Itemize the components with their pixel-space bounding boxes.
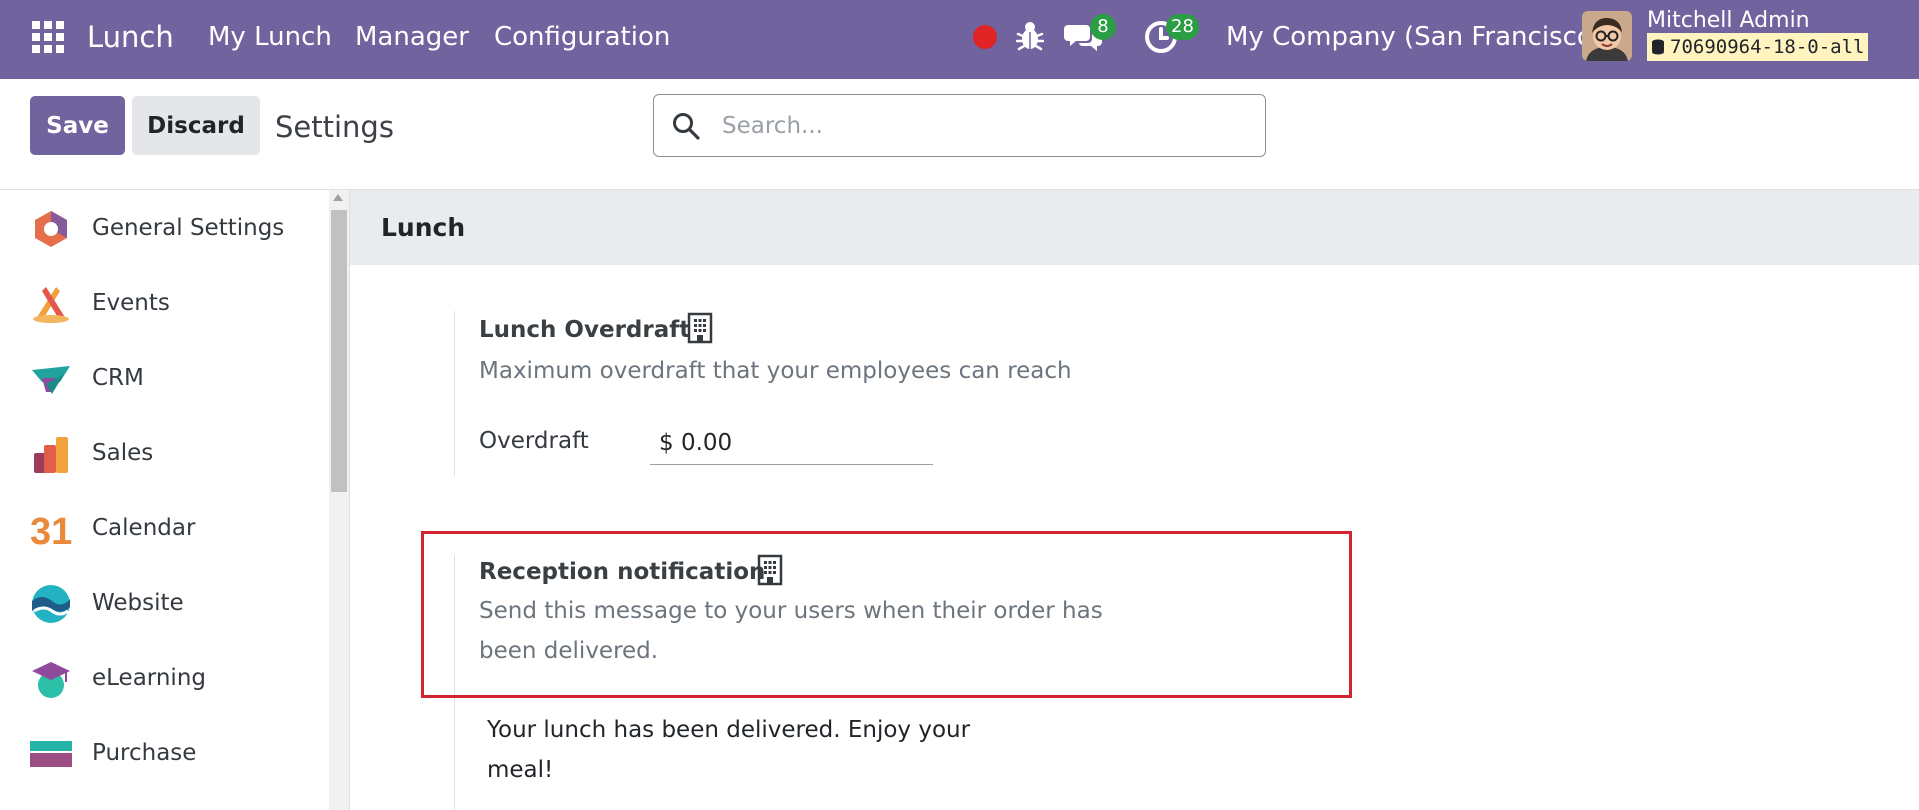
apps-grid-icon[interactable] xyxy=(32,21,64,53)
website-icon xyxy=(32,585,70,623)
sidebar-scrollbar-thumb[interactable] xyxy=(331,210,347,492)
sidebar-item-sales[interactable]: Sales xyxy=(0,423,328,483)
avatar-image xyxy=(1582,11,1632,61)
sales-icon xyxy=(34,437,68,473)
control-panel: Save Discard Settings xyxy=(0,79,1919,190)
sidebar-item-label: Calendar xyxy=(92,515,196,541)
search-input[interactable] xyxy=(720,105,1244,147)
sidebar-item-calendar[interactable]: 31 Calendar xyxy=(0,498,328,558)
settings-sidebar: General Settings Events CRM Sales 31 Cal… xyxy=(0,190,350,810)
events-icon xyxy=(33,287,69,323)
sidebar-item-label: eLearning xyxy=(92,665,207,691)
setting-divider xyxy=(454,311,455,476)
menu-my-lunch[interactable]: My Lunch xyxy=(208,19,332,55)
menu-configuration[interactable]: Configuration xyxy=(494,19,670,55)
sidebar-item-label: CRM xyxy=(92,365,144,391)
sidebar-item-label: Purchase xyxy=(92,740,197,766)
sidebar-item-website[interactable]: Website xyxy=(0,573,328,633)
user-avatar[interactable] xyxy=(1582,11,1632,61)
purchase-icon xyxy=(30,741,72,767)
crm-icon xyxy=(32,366,70,394)
elearning-icon xyxy=(32,662,70,698)
section-header: Lunch xyxy=(350,190,1919,265)
sidebar-item-events[interactable]: Events xyxy=(0,273,328,333)
highlight-annotation-box xyxy=(421,531,1352,698)
overdraft-amount-field[interactable]: $ 0.00 xyxy=(650,425,933,465)
sidebar-item-label: General Settings xyxy=(92,215,285,241)
svg-text:31: 31 xyxy=(30,511,72,550)
sidebar-item-general-settings[interactable]: General Settings xyxy=(0,198,328,258)
database-name: 70690964-18-0-all xyxy=(1670,36,1865,58)
user-name[interactable]: Mitchell Admin xyxy=(1647,7,1810,35)
overdraft-field-label: Overdraft xyxy=(479,428,589,454)
recording-indicator[interactable] xyxy=(973,25,997,49)
debug-bug-icon[interactable] xyxy=(1016,20,1044,52)
search-box[interactable] xyxy=(653,94,1266,157)
database-icon xyxy=(1652,39,1664,55)
company-switcher[interactable]: My Company (San Francisco) xyxy=(1226,19,1603,55)
sidebar-item-elearning[interactable]: eLearning xyxy=(0,648,328,708)
sidebar-item-label: Events xyxy=(92,290,170,316)
reception-message-field[interactable]: Your lunch has been delivered. Enjoy you… xyxy=(487,710,1007,790)
app-brand[interactable]: Lunch xyxy=(87,19,174,55)
sidebar-item-label: Website xyxy=(92,590,184,616)
save-button[interactable]: Save xyxy=(30,96,125,155)
company-building-icon xyxy=(687,312,713,344)
search-icon xyxy=(673,113,700,140)
calendar-icon: 31 xyxy=(30,511,72,550)
messages-count-badge: 8 xyxy=(1090,14,1116,40)
page-title: Settings xyxy=(275,110,394,144)
sidebar-item-label: Sales xyxy=(92,440,154,466)
overdraft-setting-title: Lunch Overdraft xyxy=(479,317,691,343)
sidebar-item-purchase[interactable]: Purchase xyxy=(0,723,328,783)
menu-manager[interactable]: Manager xyxy=(355,19,469,55)
section-title: Lunch xyxy=(381,213,466,242)
activities-count-badge: 28 xyxy=(1166,14,1199,40)
scroll-up-arrow-icon[interactable] xyxy=(333,194,343,201)
top-navbar: Lunch My Lunch Manager Configuration 8 2… xyxy=(0,0,1919,79)
discard-button[interactable]: Discard xyxy=(132,96,260,155)
overdraft-setting-description: Maximum overdraft that your employees ca… xyxy=(479,358,1072,384)
general-settings-icon xyxy=(35,211,67,247)
sidebar-item-crm[interactable]: CRM xyxy=(0,348,328,408)
database-chip: 70690964-18-0-all xyxy=(1647,33,1869,61)
